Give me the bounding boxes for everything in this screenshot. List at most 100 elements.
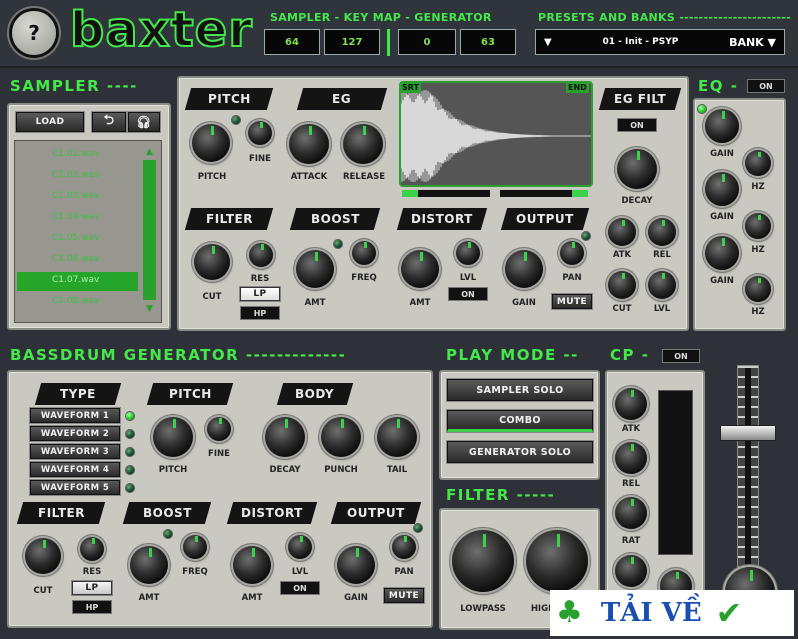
lp-button[interactable]: LP	[240, 287, 280, 301]
waveform-button-1[interactable]: WAVEFORM 1	[30, 408, 120, 423]
boost-led	[334, 240, 342, 248]
freq-label: FREQ	[351, 273, 377, 283]
hp-button[interactable]: HP	[240, 306, 280, 320]
preview-button[interactable]: 🎧︎	[128, 112, 160, 132]
playmode-button-1[interactable]: SAMPLER SOLO	[447, 379, 593, 401]
bd-punch-knob[interactable]	[321, 417, 361, 457]
bd-distort-on-button[interactable]: ON	[280, 581, 320, 595]
eq-gain-knob-1[interactable]	[705, 109, 739, 143]
bd-distort-amt-knob[interactable]	[233, 546, 271, 584]
lcd-value-4[interactable]: 63	[460, 29, 516, 55]
bd-cut-knob[interactable]	[25, 538, 61, 574]
distort-amt-knob[interactable]	[401, 250, 439, 288]
file-list-item[interactable]: C1.05.wav	[17, 230, 138, 249]
lowpass-knob[interactable]	[452, 530, 514, 592]
file-list-item[interactable]: C1.06.wav	[17, 251, 138, 270]
amt-label: AMT	[304, 298, 326, 308]
output-pan-knob[interactable]	[560, 241, 584, 265]
distort-lvl-knob[interactable]	[456, 241, 480, 265]
waveform-display[interactable]	[399, 81, 593, 187]
file-list-item[interactable]: C1.01.wav	[17, 146, 138, 165]
release-knob[interactable]	[343, 124, 383, 164]
eq-hz-knob-1[interactable]	[745, 150, 771, 176]
lcd-value-2[interactable]: 127	[324, 29, 380, 55]
file-list-item[interactable]: C1.02.wav	[17, 167, 138, 186]
boost-amt-knob[interactable]	[296, 250, 334, 288]
waveform-button-3[interactable]: WAVEFORM 3	[30, 444, 120, 459]
waveform-led-2	[126, 430, 134, 438]
bd-fine-knob[interactable]	[207, 417, 231, 441]
playmode-button-3[interactable]: GENERATOR SOLO	[447, 441, 593, 463]
fader-handle[interactable]	[720, 425, 776, 441]
chevron-down-icon[interactable]: ▼	[544, 37, 552, 48]
output-gain-knob[interactable]	[505, 250, 543, 288]
bd-mute-button[interactable]: MUTE	[384, 588, 424, 603]
mute-button[interactable]: MUTE	[552, 294, 592, 309]
bd-hp-button[interactable]: HP	[72, 600, 112, 614]
file-list-item[interactable]: C1.07.wav	[17, 272, 138, 291]
waveform-button-2[interactable]: WAVEFORM 2	[30, 426, 120, 441]
start-slider[interactable]	[402, 190, 490, 197]
end-slider[interactable]	[500, 190, 588, 197]
bd-pan-knob[interactable]	[392, 535, 416, 559]
cp-rel-knob[interactable]	[615, 442, 647, 474]
file-list-item[interactable]: C1.04.wav	[17, 209, 138, 228]
cp-on-button[interactable]: ON	[662, 349, 700, 363]
scroll-down-icon[interactable]: ▼	[146, 304, 153, 314]
cp-extra-knob[interactable]	[615, 555, 647, 587]
eg-lvl-knob[interactable]	[648, 271, 676, 299]
bd-lp-button[interactable]: LP	[72, 581, 112, 595]
distort-on-button[interactable]: ON	[448, 287, 488, 301]
bd-res-knob[interactable]	[80, 537, 104, 561]
cp-atk-knob[interactable]	[615, 388, 647, 420]
bd-decay-label: DECAY	[269, 465, 301, 475]
bd-gain-knob[interactable]	[337, 546, 375, 584]
rel-knob[interactable]	[648, 218, 676, 246]
bd-boost-amt-knob[interactable]	[130, 546, 168, 584]
pitch-knob[interactable]	[192, 124, 230, 162]
bd-pitch-knob[interactable]	[153, 417, 193, 457]
file-scrollbar[interactable]	[143, 160, 156, 300]
boost-freq-knob[interactable]	[352, 241, 376, 265]
highpass-knob[interactable]	[526, 530, 588, 592]
eq-gain-knob-3[interactable]	[705, 236, 739, 270]
fine-knob[interactable]	[248, 121, 272, 145]
load-button[interactable]: LOAD	[16, 112, 84, 132]
bd-tail-knob[interactable]	[377, 417, 417, 457]
help-button[interactable]: ?	[12, 11, 56, 55]
cut-knob[interactable]	[194, 244, 230, 280]
playmode-button-2[interactable]: COMBO	[447, 410, 593, 432]
tab-eg: EG	[296, 88, 388, 110]
bd-boost-freq-knob[interactable]	[183, 535, 207, 559]
waveform-button-4[interactable]: WAVEFORM 4	[30, 462, 120, 477]
back-button[interactable]: ⮌	[92, 112, 126, 132]
wave-start-marker[interactable]: SRT	[400, 82, 422, 93]
eg-decay-knob[interactable]	[617, 149, 657, 189]
bank-button[interactable]: BANK ▼	[729, 36, 776, 49]
attack-knob[interactable]	[289, 124, 329, 164]
output-led	[582, 232, 590, 240]
res-knob[interactable]	[249, 243, 273, 267]
preset-selector[interactable]: ▼ 01 - Init - PSYP BANK ▼	[535, 29, 785, 55]
wave-end-marker[interactable]: END	[566, 82, 589, 93]
eq-hz-knob-3[interactable]	[745, 276, 771, 302]
eg-cut-knob[interactable]	[608, 271, 636, 299]
atk-knob[interactable]	[608, 218, 636, 246]
tab-eg-filt: EG FILT	[598, 88, 682, 110]
cp-rat-knob[interactable]	[615, 497, 647, 529]
bd-amt-label: AMT	[138, 593, 160, 603]
waveform-button-5[interactable]: WAVEFORM 5	[30, 480, 120, 495]
lcd-value-3[interactable]: 0	[398, 29, 456, 55]
file-list-item[interactable]: C1.08.wav	[17, 293, 138, 312]
scroll-up-icon[interactable]: ▲	[146, 147, 153, 157]
lcd-value-1[interactable]: 64	[264, 29, 320, 55]
eq-gain-knob-2[interactable]	[705, 172, 739, 206]
file-list-item[interactable]: C1.03.wav	[17, 188, 138, 207]
eq-hz-knob-2[interactable]	[745, 213, 771, 239]
lvl-label: LVL	[459, 273, 477, 283]
bd-decay-knob[interactable]	[265, 417, 305, 457]
eq-on-button[interactable]: ON	[747, 79, 785, 93]
rel-label: REL	[653, 250, 671, 260]
bd-distort-lvl-knob[interactable]	[288, 535, 312, 559]
eg-filt-on-button[interactable]: ON	[617, 118, 657, 132]
